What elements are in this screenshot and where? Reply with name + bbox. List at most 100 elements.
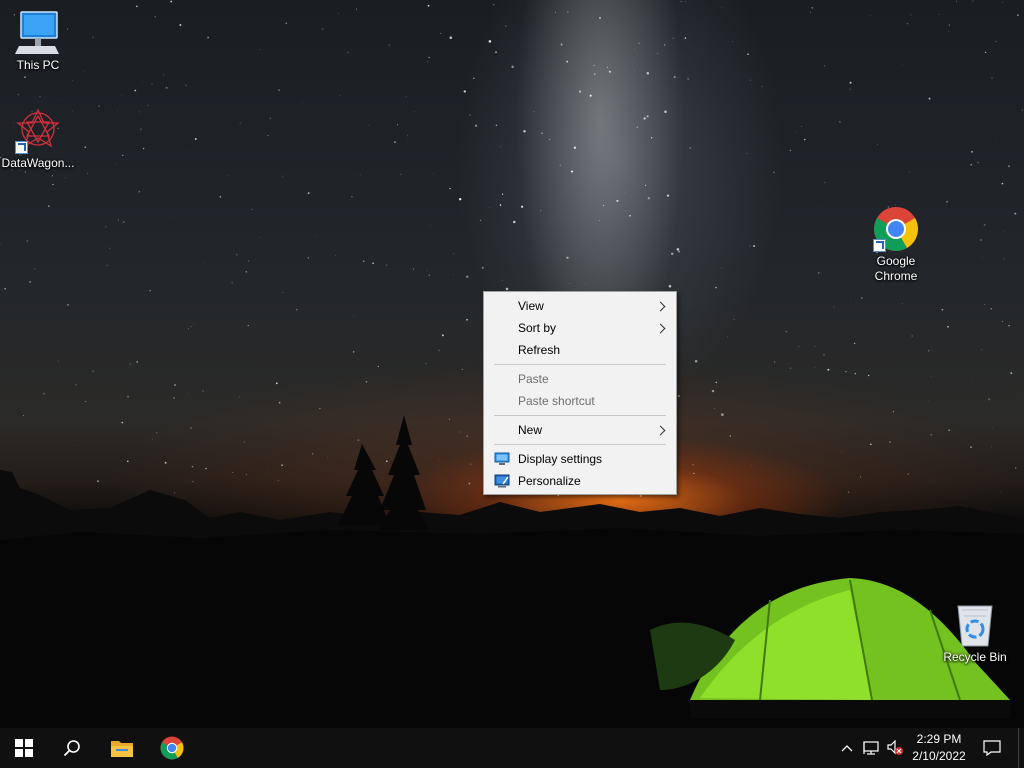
- star: [549, 138, 551, 141]
- star: [733, 319, 735, 321]
- chrome-taskbar-button[interactable]: [148, 728, 196, 768]
- network-button[interactable]: [860, 728, 882, 768]
- star: [938, 13, 940, 15]
- star: [774, 361, 776, 363]
- show-hidden-icons-button[interactable]: [838, 728, 856, 768]
- star: [672, 37, 674, 39]
- menu-item-display-settings[interactable]: Display settings: [484, 448, 676, 470]
- star: [809, 67, 810, 69]
- star: [71, 80, 73, 82]
- star: [238, 396, 240, 398]
- star: [489, 207, 490, 208]
- star: [245, 271, 248, 273]
- desktop-icon-datawagon[interactable]: DataWagon...: [0, 108, 76, 171]
- menu-item-new[interactable]: New: [484, 419, 676, 441]
- chevron-up-icon: [841, 745, 853, 752]
- star: [838, 120, 841, 123]
- menu-item-paste-shortcut[interactable]: Paste shortcut: [484, 390, 676, 412]
- star: [393, 141, 396, 144]
- star: [405, 96, 407, 98]
- action-center-button[interactable]: [978, 728, 1006, 768]
- menu-item-label: Sort by: [518, 321, 557, 335]
- star: [711, 389, 715, 393]
- star: [231, 282, 233, 284]
- menu-item-label: Paste: [518, 372, 549, 386]
- star: [388, 44, 390, 46]
- volume-muted-icon: [887, 740, 903, 755]
- menu-item-paste[interactable]: Paste: [484, 368, 676, 390]
- star: [474, 124, 478, 127]
- menu-item-refresh[interactable]: Refresh: [484, 339, 676, 361]
- search-button[interactable]: [48, 728, 96, 768]
- shortcut-arrow-icon: [873, 239, 886, 252]
- star: [428, 56, 430, 59]
- star: [817, 271, 820, 274]
- desktop-icon-recycle-bin[interactable]: Recycle Bin: [937, 602, 1013, 665]
- menu-item-sort-by[interactable]: Sort by: [484, 317, 676, 339]
- clock-date: 2/10/2022: [912, 749, 966, 763]
- star: [285, 22, 288, 25]
- star: [636, 126, 639, 129]
- start-button[interactable]: [0, 728, 48, 768]
- star: [136, 5, 138, 8]
- star: [827, 368, 830, 371]
- show-desktop-button[interactable]: [1018, 728, 1024, 768]
- star: [184, 84, 187, 87]
- star: [990, 308, 992, 310]
- star: [120, 94, 122, 96]
- star: [624, 191, 626, 193]
- star: [589, 94, 592, 97]
- star: [426, 270, 428, 272]
- star: [833, 306, 835, 308]
- search-icon: [63, 740, 80, 757]
- star: [1014, 212, 1017, 215]
- star: [406, 134, 409, 137]
- desktop-context-menu: View Sort by Refresh Paste Paste shortcu…: [483, 291, 677, 495]
- star: [307, 192, 310, 195]
- star: [115, 163, 116, 165]
- star: [307, 256, 310, 259]
- star: [821, 205, 823, 207]
- star: [606, 66, 609, 68]
- star: [207, 36, 210, 39]
- star: [347, 51, 349, 54]
- volume-button[interactable]: [884, 728, 906, 768]
- star: [238, 157, 240, 159]
- star: [427, 61, 428, 63]
- this-pc-icon: [15, 10, 61, 56]
- file-explorer-button[interactable]: [98, 728, 146, 768]
- desktop-background[interactable]: This PC DataWagon... Google Chrome Recyc…: [0, 0, 1024, 728]
- star: [75, 383, 77, 386]
- star: [385, 264, 388, 266]
- desktop-icon-chrome[interactable]: Google Chrome: [858, 206, 934, 284]
- network-icon: [863, 741, 879, 755]
- star: [977, 161, 979, 164]
- taskbar-clock[interactable]: 2:29 PM 2/10/2022: [906, 731, 972, 765]
- star: [147, 104, 149, 106]
- star: [824, 181, 826, 183]
- star: [927, 349, 930, 352]
- star: [299, 61, 301, 63]
- star: [338, 13, 339, 15]
- star: [117, 109, 119, 111]
- menu-item-view[interactable]: View: [484, 295, 676, 317]
- star: [972, 377, 974, 379]
- star: [187, 328, 189, 330]
- star: [749, 245, 751, 247]
- star: [316, 235, 318, 237]
- star: [356, 8, 357, 10]
- star: [4, 287, 7, 290]
- taskbar: 2:29 PM 2/10/2022: [0, 728, 1024, 768]
- chevron-right-icon: [655, 425, 666, 436]
- star: [946, 200, 948, 203]
- star: [495, 51, 497, 53]
- star: [645, 184, 647, 186]
- star: [882, 284, 884, 286]
- star: [814, 345, 816, 347]
- star: [732, 41, 733, 42]
- star: [678, 250, 681, 253]
- desktop-icon-this-pc[interactable]: This PC: [0, 10, 76, 73]
- menu-item-personalize[interactable]: Personalize: [484, 470, 676, 492]
- star: [158, 298, 160, 300]
- star: [811, 7, 814, 9]
